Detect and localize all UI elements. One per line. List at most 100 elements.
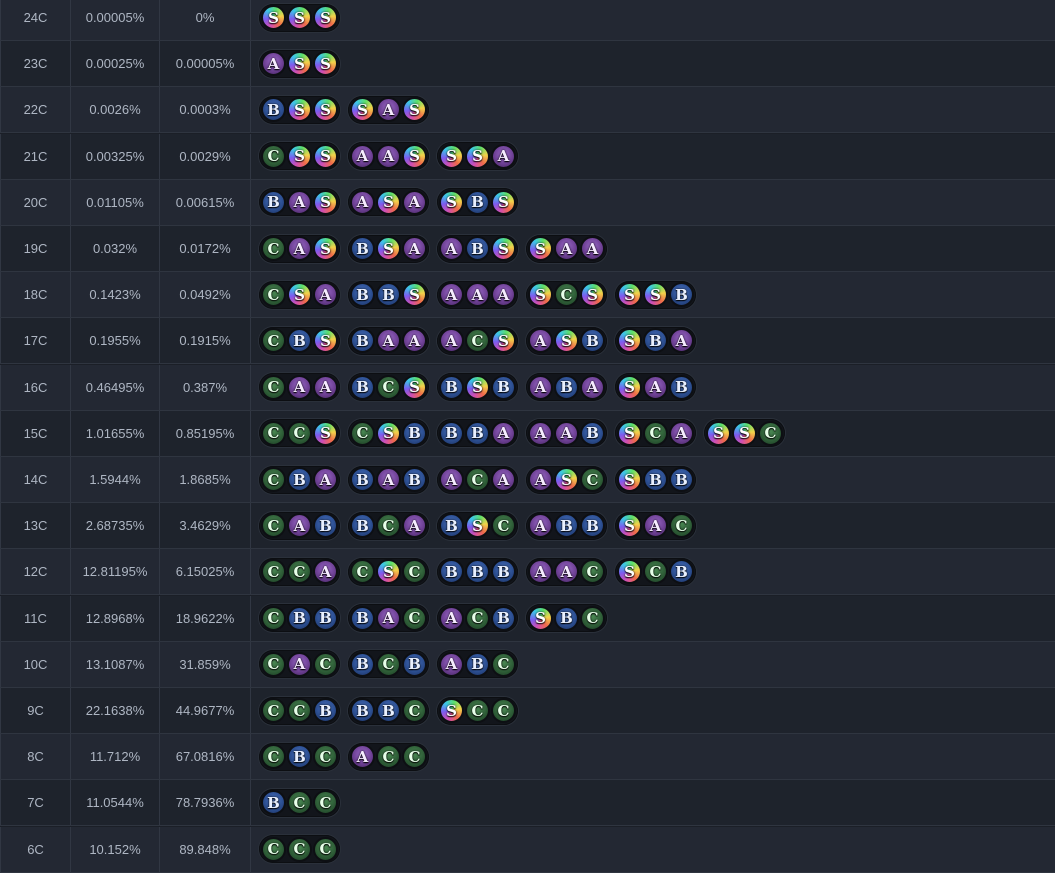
combinations-cell: CSABBSAAASCSSSB <box>251 272 1055 317</box>
combination-group: SSS <box>259 3 340 32</box>
cumulative-probability-cell: 0.85195% <box>160 410 251 456</box>
tier-c-badge-icon: C <box>669 513 694 539</box>
tier-s-badge-icon: S <box>350 97 375 123</box>
cumulative-probability-cell: 67.0816% <box>160 734 251 780</box>
combination-group: CCS <box>259 419 340 448</box>
combination-group: CAC <box>259 650 340 679</box>
probability-cell: 0.1955% <box>71 318 160 364</box>
combinations-cell: SSS <box>251 0 1055 40</box>
cumulative-probability-cell: 18.9622% <box>160 595 251 641</box>
tier-c-badge-icon: C <box>402 744 427 770</box>
combination-group: BSB <box>437 373 518 402</box>
combination-group: SCB <box>615 557 696 586</box>
tier-b-badge-icon: B <box>350 467 375 492</box>
tier-s-badge-icon: S <box>313 51 338 77</box>
cumulative-probability-cell: 1.8685% <box>160 457 251 502</box>
tier-b-badge-icon: B <box>287 605 312 631</box>
probability-cell: 12.8968% <box>71 595 160 641</box>
tier-s-badge-icon: S <box>313 5 338 30</box>
tier-b-badge-icon: B <box>287 744 312 770</box>
tier-b-badge-icon: B <box>261 189 286 215</box>
tier-a-badge-icon: A <box>491 420 516 446</box>
tier-a-badge-icon: A <box>643 374 668 400</box>
level-cell: 7C <box>0 780 71 826</box>
tier-a-badge-icon: A <box>669 328 694 354</box>
combinations-cell: CCSCSBBBAAABSCASSC <box>251 411 1055 456</box>
cumulative-probability-cell: 0.0172% <box>160 226 251 271</box>
combination-group: CBB <box>259 604 340 633</box>
tier-a-badge-icon: A <box>439 467 464 492</box>
tier-a-badge-icon: A <box>580 236 605 261</box>
combination-group: SBS <box>437 188 518 217</box>
tier-s-badge-icon: S <box>439 189 464 215</box>
tier-b-badge-icon: B <box>465 559 490 585</box>
tier-b-badge-icon: B <box>261 790 286 816</box>
tier-b-badge-icon: B <box>465 236 490 261</box>
tier-a-badge-icon: A <box>491 467 516 492</box>
tier-b-badge-icon: B <box>261 97 286 123</box>
tier-s-badge-icon: S <box>287 143 312 169</box>
combination-group: BBS <box>348 280 429 309</box>
cumulative-probability-cell: 31.859% <box>160 641 251 687</box>
probability-cell: 11.0544% <box>71 780 160 826</box>
tier-b-badge-icon: B <box>643 467 668 492</box>
tier-s-badge-icon: S <box>465 513 490 539</box>
tier-s-badge-icon: S <box>313 236 338 261</box>
cumulative-probability-cell: 0.0003% <box>160 87 251 133</box>
level-cell: 11C <box>0 595 71 641</box>
tier-b-badge-icon: B <box>491 559 516 585</box>
probability-cell: 0.032% <box>71 226 160 271</box>
tier-c-badge-icon: C <box>402 605 427 631</box>
combination-group: BSA <box>348 234 429 263</box>
combination-group: ASB <box>526 326 607 355</box>
tier-a-badge-icon: A <box>439 651 464 677</box>
combination-group: BCA <box>348 511 429 540</box>
cumulative-probability-cell: 6.15025% <box>160 549 251 595</box>
level-cell: 18C <box>0 272 71 318</box>
cumulative-probability-cell: 0% <box>160 0 251 40</box>
probability-cell: 0.00025% <box>71 41 160 87</box>
combination-group: SCA <box>615 419 696 448</box>
tier-b-badge-icon: B <box>580 513 605 539</box>
tier-c-badge-icon: C <box>402 698 427 723</box>
tier-s-badge-icon: S <box>402 374 427 400</box>
combination-group: ABB <box>526 511 607 540</box>
tier-s-badge-icon: S <box>732 420 757 446</box>
combination-group: SAC <box>615 511 696 540</box>
tier-c-badge-icon: C <box>313 790 338 816</box>
tier-c-badge-icon: C <box>554 282 579 308</box>
tier-a-badge-icon: A <box>528 328 553 354</box>
tier-s-badge-icon: S <box>617 559 642 585</box>
combination-group: ASA <box>348 188 429 217</box>
cumulative-probability-cell: 0.00615% <box>160 179 251 225</box>
tier-a-badge-icon: A <box>376 143 401 169</box>
tier-c-badge-icon: C <box>465 605 490 631</box>
tier-c-badge-icon: C <box>491 513 516 539</box>
combinations-cell: BCC <box>251 780 1055 825</box>
probability-cell: 1.01655% <box>71 410 160 456</box>
cumulative-probability-cell: 0.0029% <box>160 133 251 179</box>
combination-group: CSC <box>348 557 429 586</box>
tier-b-badge-icon: B <box>669 374 694 400</box>
tier-a-badge-icon: A <box>528 513 553 539</box>
tier-a-badge-icon: A <box>528 420 553 446</box>
tier-s-badge-icon: S <box>287 97 312 123</box>
tier-a-badge-icon: A <box>439 328 464 354</box>
combination-group: ASC <box>526 465 607 494</box>
combinations-cell: ASS <box>251 41 1055 86</box>
table-row: 12C 12.81195% 6.15025% C C A C S C B B B A A C S C B <box>0 549 1055 596</box>
tier-a-badge-icon: A <box>287 374 312 400</box>
tier-a-badge-icon: A <box>669 420 694 446</box>
combination-group: CSS <box>259 142 340 171</box>
combinations-cell: CBABABACAASCSBB <box>251 457 1055 502</box>
tier-b-badge-icon: B <box>313 513 338 539</box>
tier-c-badge-icon: C <box>376 651 401 677</box>
combinations-cell: CCBBBCSCC <box>251 688 1055 733</box>
combinations-cell: BSSSAS <box>251 87 1055 132</box>
tier-s-badge-icon: S <box>554 467 579 492</box>
tier-a-badge-icon: A <box>287 513 312 539</box>
combination-group: BBC <box>348 696 429 725</box>
tier-a-badge-icon: A <box>491 143 516 169</box>
tier-b-badge-icon: B <box>350 513 375 539</box>
tier-s-badge-icon: S <box>528 282 553 308</box>
